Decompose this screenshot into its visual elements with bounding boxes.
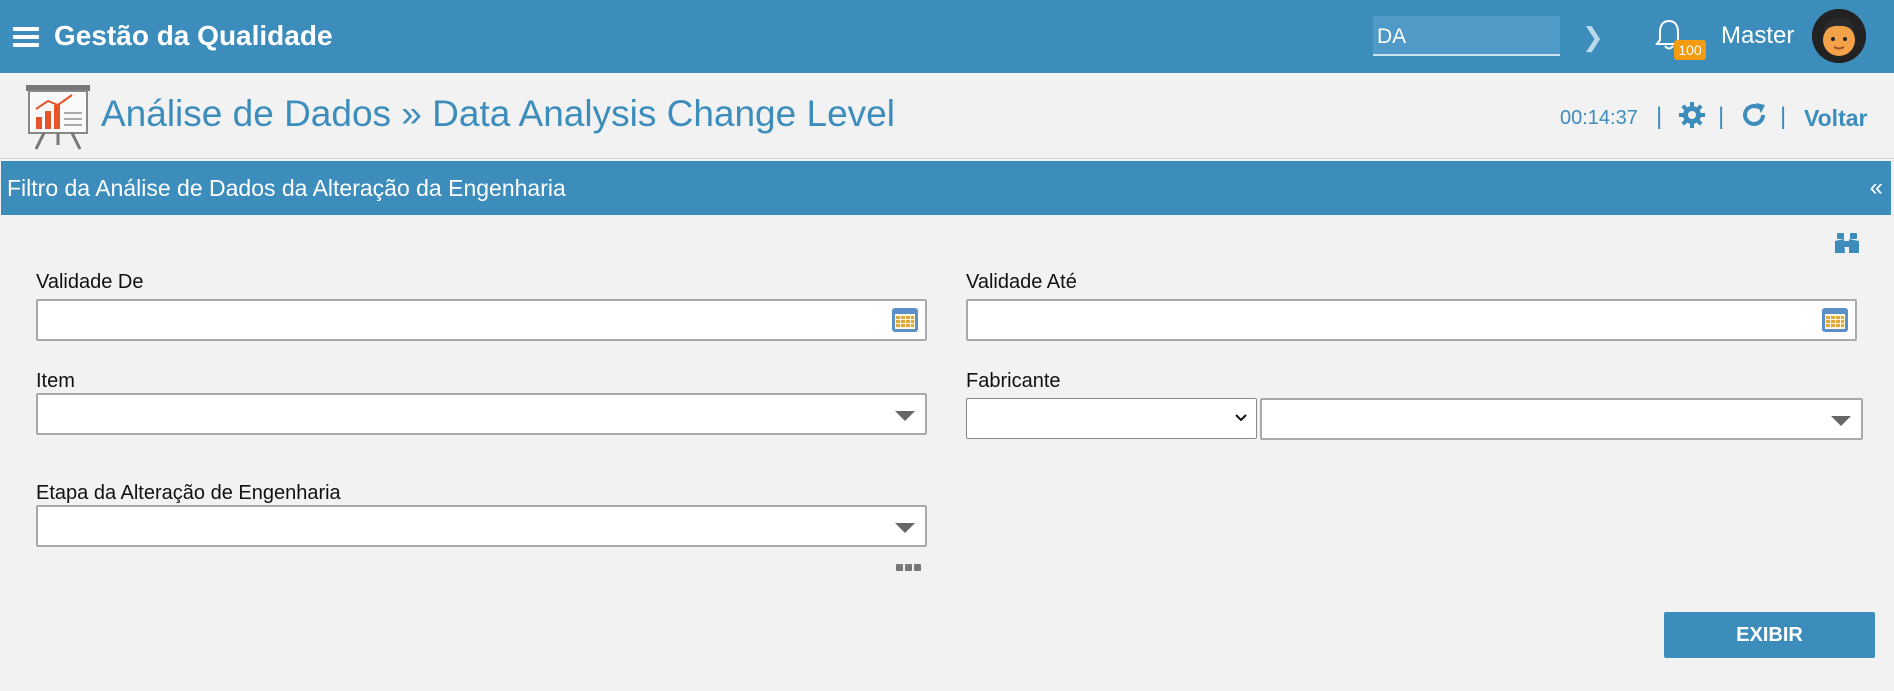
page-title: Análise de Dados » Data Analysis Change …: [101, 93, 895, 134]
dropdown-triangle-icon[interactable]: [895, 411, 915, 421]
page-header: Análise de Dados » Data Analysis Change …: [0, 73, 1894, 159]
refresh-icon[interactable]: [1740, 101, 1768, 129]
fabricante-type-select[interactable]: [966, 398, 1257, 439]
item-label: Item: [36, 370, 75, 392]
avatar[interactable]: [1812, 9, 1866, 63]
panel-title: Filtro da Análise de Dados da Alteração …: [7, 175, 566, 201]
etapa-select[interactable]: [36, 505, 927, 547]
separator: |: [1718, 103, 1725, 130]
fabricante-select[interactable]: [1260, 398, 1863, 440]
validade-de-input[interactable]: [38, 301, 925, 339]
exibir-button[interactable]: EXIBIR: [1664, 612, 1875, 658]
separator: |: [1780, 103, 1787, 130]
validade-ate-input[interactable]: [968, 301, 1855, 339]
collapse-icon[interactable]: «: [1870, 174, 1883, 202]
app-title: Gestão da Qualidade: [54, 20, 333, 51]
validade-de-field[interactable]: [36, 299, 927, 341]
top-navbar: Gestão da Qualidade ❯ 100 Master: [0, 0, 1894, 73]
filter-panel-header: Filtro da Análise de Dados da Alteração …: [1, 161, 1891, 215]
fabricante-label: Fabricante: [966, 370, 1061, 392]
etapa-label: Etapa da Alteração de Engenharia: [36, 482, 341, 504]
notification-badge: 100: [1674, 40, 1706, 60]
more-icon[interactable]: [896, 558, 923, 576]
item-select[interactable]: [36, 393, 927, 435]
validade-ate-field[interactable]: [966, 299, 1857, 341]
validade-ate-label: Validade Até: [966, 271, 1077, 293]
dropdown-triangle-icon[interactable]: [1831, 416, 1851, 426]
chevron-down-icon[interactable]: [1234, 411, 1248, 425]
chevron-right-icon[interactable]: ❯: [1582, 22, 1604, 53]
menu-icon[interactable]: [13, 27, 39, 47]
back-link[interactable]: Voltar: [1804, 105, 1867, 132]
gear-icon[interactable]: [1678, 101, 1706, 129]
calendar-icon[interactable]: [1821, 307, 1849, 333]
validade-de-label: Validade De: [36, 271, 144, 293]
search-input[interactable]: [1373, 16, 1560, 56]
presentation-chart-icon: [26, 85, 90, 150]
user-name[interactable]: Master: [1721, 22, 1794, 50]
calendar-icon[interactable]: [891, 307, 919, 333]
dropdown-triangle-icon[interactable]: [895, 523, 915, 533]
binoculars-icon[interactable]: [1834, 231, 1860, 255]
separator: |: [1656, 103, 1663, 130]
session-timer: 00:14:37: [1560, 107, 1638, 129]
